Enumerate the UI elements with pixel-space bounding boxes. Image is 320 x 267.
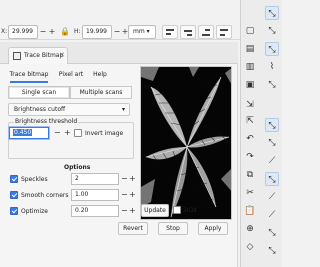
redo-icon[interactable]: ↷ <box>243 150 257 164</box>
snap-path-icon[interactable]: ⌇ <box>265 60 279 74</box>
snap-rotation-icon[interactable]: ⤡ <box>265 136 279 150</box>
cut-icon[interactable]: ✂ <box>243 186 257 200</box>
smooth-corners-value: 1.00 <box>75 191 89 198</box>
snap-text-icon[interactable]: ⟋ <box>265 208 279 222</box>
tab-help[interactable]: Help <box>90 68 110 82</box>
new-document-icon[interactable]: ▢ <box>243 24 257 38</box>
undo-icon[interactable]: ↶ <box>243 132 257 146</box>
threshold-decrement-button[interactable]: − <box>54 129 61 137</box>
chevron-down-icon: ▾ <box>121 106 125 113</box>
export-icon[interactable]: ⇱ <box>243 114 257 128</box>
snap-others-icon[interactable]: ⤡ <box>265 244 279 258</box>
update-button[interactable]: Update <box>141 204 169 217</box>
save-icon[interactable]: ▥ <box>243 60 257 74</box>
single-scan-button[interactable]: Single scan <box>8 86 70 99</box>
subtabs: Trace bitmap Pixel art Help <box>8 68 133 83</box>
snap-object-icon[interactable]: ⟋ <box>265 154 279 168</box>
invert-image-label: Invert image <box>85 130 124 137</box>
speckles-input[interactable]: 2 <box>71 173 119 185</box>
preview-image <box>141 67 231 219</box>
trace-preview <box>140 66 232 220</box>
right-toolbar: ⤡ ▢ ⤡ ▤ ⤡ ▥ ⌇ ▣ ⤡ ⇲ ⇱ ⤡ ↶ ⤡ ↷ ⟋ ⧉ ⤡ ✂ ⟋ … <box>240 0 282 267</box>
snap-midpoint-icon[interactable]: ⤡ <box>265 78 279 92</box>
revert-button[interactable]: Revert <box>118 222 148 235</box>
threshold-label: Brightness threshold <box>14 118 79 125</box>
optimize-checkbox[interactable] <box>10 207 18 215</box>
smooth-corners-checkbox[interactable] <box>10 191 18 199</box>
x-field[interactable]: 29.999 <box>8 25 38 39</box>
import-icon[interactable]: ⇲ <box>243 98 257 112</box>
options-title: Options <box>64 164 91 171</box>
node-icon[interactable]: ◇ <box>243 240 257 254</box>
tab-pixel-art[interactable]: Pixel art <box>56 68 86 82</box>
close-icon[interactable]: ✕ <box>59 51 65 59</box>
dock-tabstrip: Trace Bitmap ✕ <box>0 42 238 64</box>
threshold-input[interactable]: 0.450 <box>9 127 49 139</box>
snap-bbox-icon[interactable]: ⤡ <box>265 24 279 38</box>
apply-button[interactable]: Apply <box>198 222 228 235</box>
trace-mode-select[interactable]: Brightness cutoff ▾ <box>8 103 130 116</box>
smooth-corners-increment-button[interactable]: + <box>129 191 136 199</box>
unit-select[interactable]: mm ▾ <box>128 25 156 39</box>
optimize-label: Optimize <box>21 208 48 215</box>
speckles-increment-button[interactable]: + <box>129 175 136 183</box>
align-distribute-icon[interactable] <box>216 25 232 39</box>
h-label: H: <box>74 28 81 35</box>
snap-page-icon[interactable]: ⤡ <box>265 226 279 240</box>
trace-bitmap-icon <box>13 52 21 60</box>
unit-value: mm <box>133 28 145 35</box>
tab-trace-bitmap[interactable]: Trace bitmap <box>8 68 50 83</box>
threshold-increment-button[interactable]: + <box>64 129 71 137</box>
snap-node-icon[interactable]: ⤡ <box>265 42 279 56</box>
trace-mode-value: Brightness cutoff <box>14 106 66 113</box>
x-increment-button[interactable]: + <box>47 27 57 37</box>
zoom-icon[interactable]: ⊕ <box>243 222 257 236</box>
trace-bitmap-panel: Trace Bitmap ✕ Trace bitmap Pixel art He… <box>0 42 238 267</box>
snap-icon[interactable]: ⤡ <box>265 6 279 20</box>
align-bottom-icon[interactable] <box>198 25 214 39</box>
snap-center-icon[interactable]: ⤡ <box>265 118 279 132</box>
dock-tab-trace-bitmap[interactable]: Trace Bitmap ✕ <box>8 47 68 64</box>
h-field[interactable]: 19.999 <box>82 25 112 39</box>
lock-icon[interactable]: 🔒 <box>60 27 70 37</box>
smooth-corners-decrement-button[interactable]: − <box>121 191 128 199</box>
stop-button[interactable]: Stop <box>158 222 188 235</box>
dock-tab-label: Trace Bitmap <box>24 52 64 59</box>
chevron-down-icon: ▾ <box>146 28 150 35</box>
snap-guide-icon[interactable]: ⤡ <box>265 172 279 186</box>
copy-icon[interactable]: ⧉ <box>243 168 257 182</box>
speckles-checkbox[interactable] <box>10 175 18 183</box>
optimize-input[interactable]: 0.20 <box>71 205 119 217</box>
print-icon[interactable]: ▣ <box>243 78 257 92</box>
speckles-value: 2 <box>75 175 79 182</box>
smooth-corners-input[interactable]: 1.00 <box>71 189 119 201</box>
open-document-icon[interactable]: ▤ <box>243 42 257 56</box>
speckles-decrement-button[interactable]: − <box>121 175 128 183</box>
speckles-label: Speckles <box>21 176 48 183</box>
siox-checkbox[interactable] <box>173 206 181 214</box>
x-label: X: <box>1 28 8 35</box>
optimize-decrement-button[interactable]: − <box>121 207 128 215</box>
optimize-increment-button[interactable]: + <box>129 207 136 215</box>
multiple-scans-button[interactable]: Multiple scans <box>70 86 132 99</box>
snap-grid-icon[interactable]: ⟋ <box>265 190 279 204</box>
siox-label: SIOX <box>183 207 198 214</box>
align-middle-icon[interactable] <box>180 25 196 39</box>
threshold-value: 0.450 <box>13 129 33 136</box>
paste-icon[interactable]: 📋 <box>243 204 257 218</box>
optimize-value: 0.20 <box>75 207 89 214</box>
toolbar: X: 29.999 − + 🔒 H: 19.999 − + mm ▾ <box>0 0 240 40</box>
smooth-corners-label: Smooth corners <box>21 192 69 199</box>
align-top-icon[interactable] <box>162 25 178 39</box>
invert-image-checkbox[interactable] <box>74 129 82 137</box>
